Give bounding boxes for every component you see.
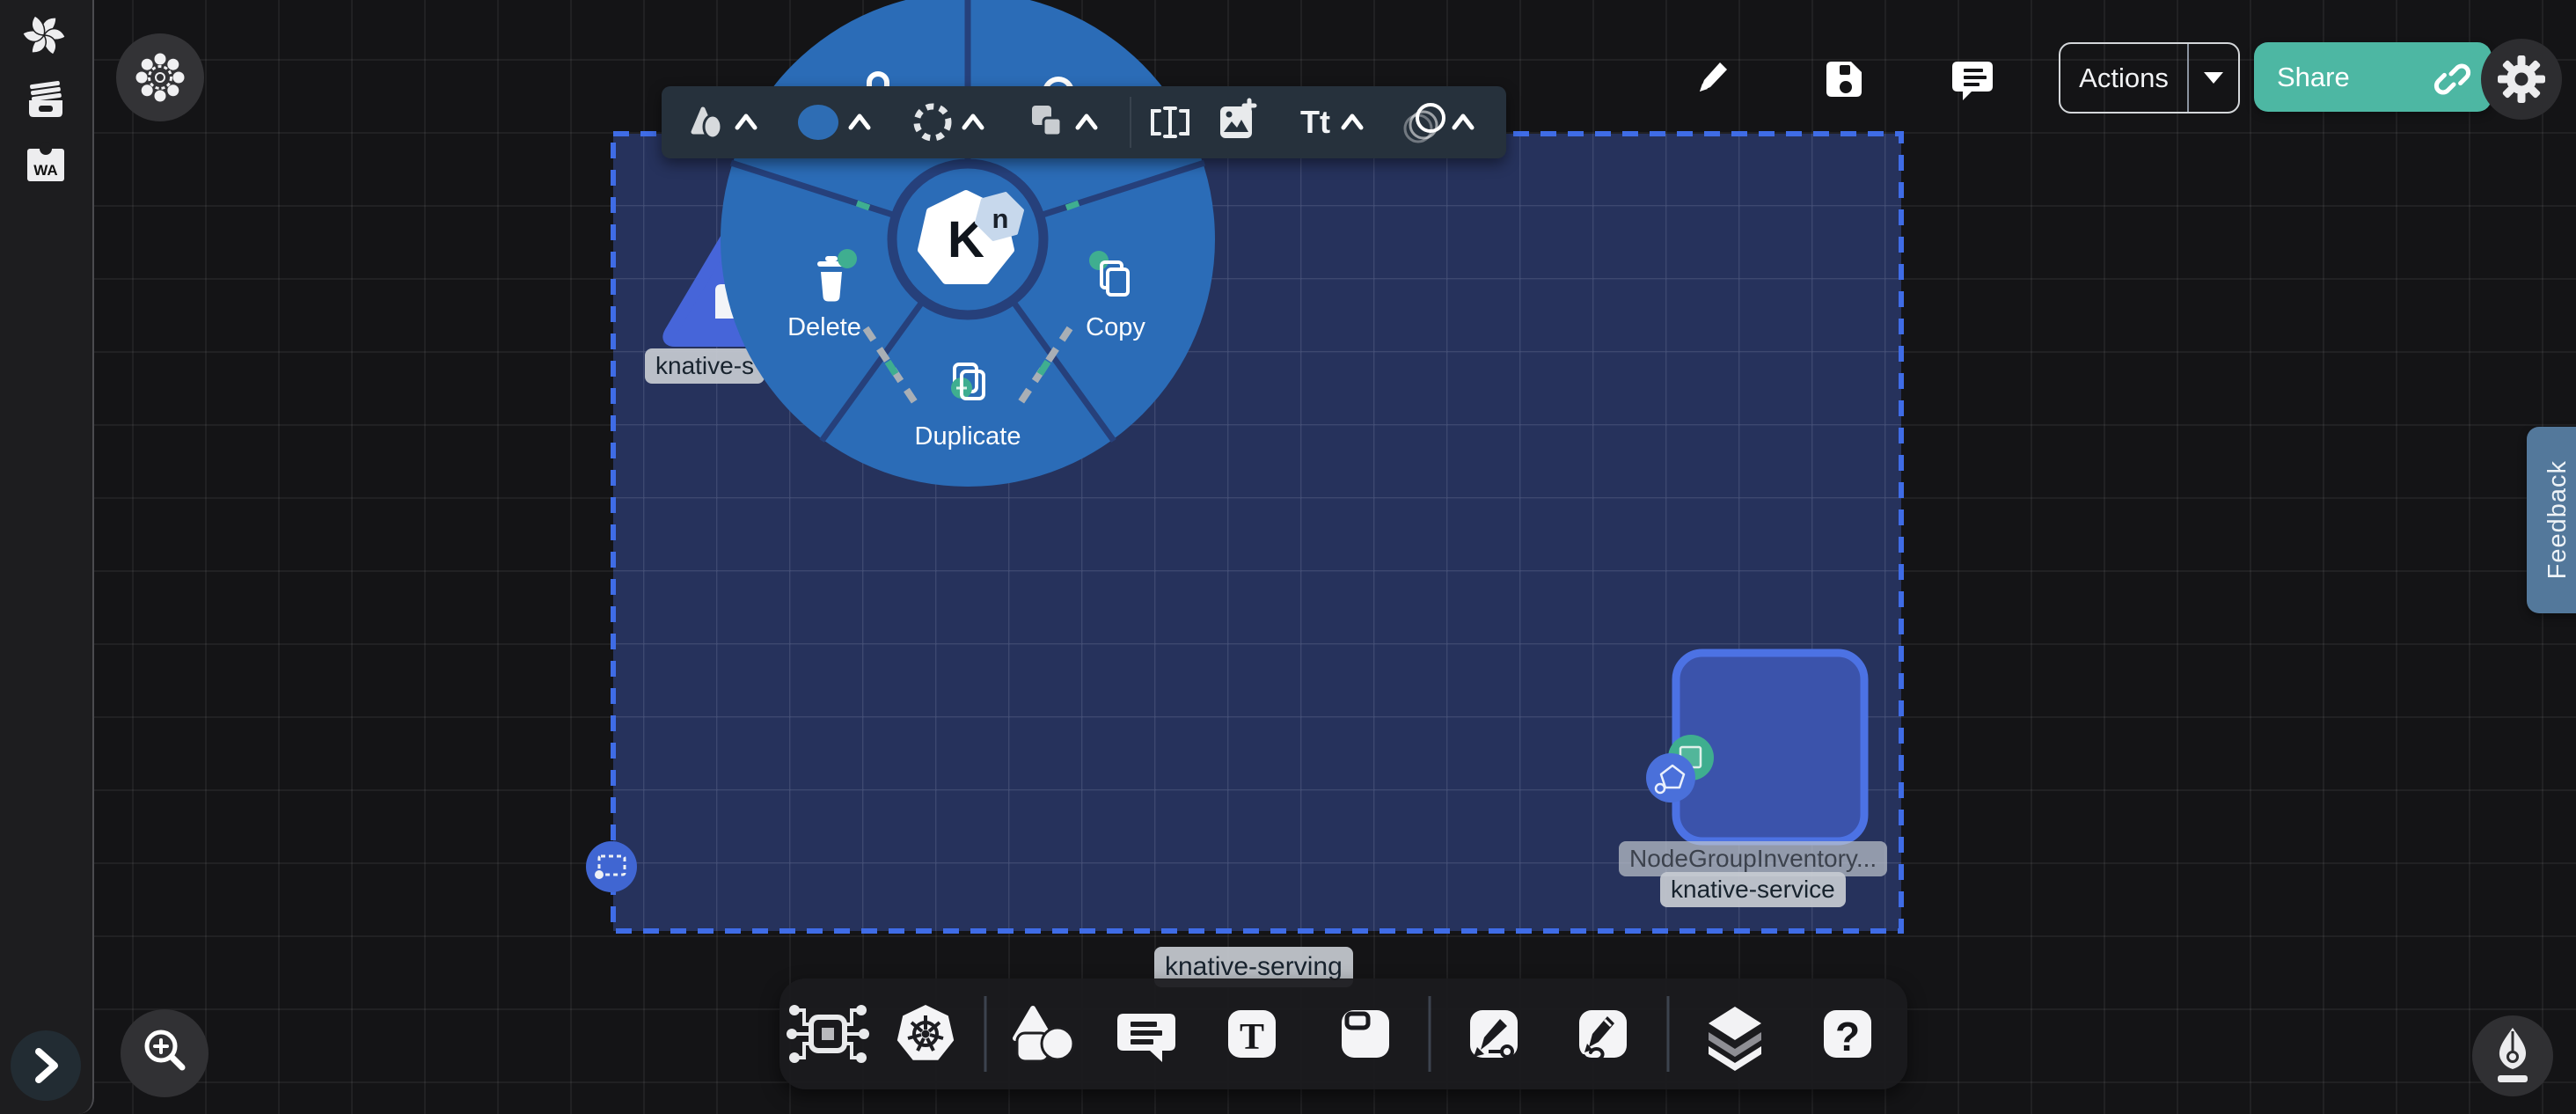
caret-down-icon [2204, 72, 2223, 84]
share-button[interactable]: Share [2254, 42, 2492, 112]
svg-text:T: T [1240, 1017, 1264, 1058]
arrange-button[interactable] [1032, 106, 1095, 136]
fill-color-button[interactable] [798, 105, 868, 140]
link-icon [2430, 58, 2469, 97]
color-swatch [798, 105, 838, 140]
svg-text:Tt: Tt [1300, 104, 1330, 140]
svg-text:Duplicate: Duplicate [915, 422, 1021, 451]
feedback-tab[interactable]: Feedback [2527, 427, 2576, 613]
save-button[interactable] [1825, 56, 1867, 99]
share-label: Share [2277, 62, 2350, 93]
chevron-up-icon [1454, 116, 1472, 128]
feedback-label: Feedback [2543, 460, 2572, 579]
border-style-button[interactable] [917, 106, 982, 138]
opacity-button[interactable] [1405, 105, 1472, 142]
svg-text:n: n [992, 203, 1009, 234]
pen-nib-icon [2472, 1015, 2553, 1096]
chevron-up-icon [737, 116, 755, 128]
bracket-right-icon [1181, 111, 1188, 134]
chevron-up-icon [964, 116, 982, 128]
cluster-icon [116, 33, 204, 121]
text-style-button[interactable]: Tt [1300, 104, 1361, 140]
layers-tool-button[interactable] [1709, 1007, 1761, 1071]
chevron-right-icon [11, 1030, 81, 1101]
resize-button[interactable] [1153, 108, 1188, 136]
magnifier-plus-icon [121, 1009, 209, 1097]
comment-tool-button[interactable] [1117, 1014, 1175, 1062]
help-tool-button[interactable]: ? [1824, 1010, 1871, 1059]
chevron-up-icon [1078, 116, 1095, 128]
frame-tool-button[interactable] [1342, 1010, 1389, 1058]
actions-label: Actions [2060, 62, 2187, 94]
pen-tool-button[interactable] [1470, 1010, 1518, 1058]
expand-sidebar-button[interactable] [11, 1030, 81, 1101]
connection-tool-button[interactable] [787, 1005, 869, 1063]
actions-dropdown[interactable] [2189, 72, 2238, 84]
shape-style-button[interactable] [693, 109, 755, 138]
canvas-app: knative-s NodeGroupInventory... knative-… [0, 0, 2576, 1114]
svg-text:Delete: Delete [787, 313, 861, 341]
gear-icon [2497, 55, 2546, 104]
tool-palette: T [779, 978, 1907, 1089]
chevron-up-icon [1343, 116, 1361, 128]
pen-mode-button[interactable] [2472, 1015, 2553, 1096]
settings-button[interactable] [2481, 39, 2562, 120]
actions-button[interactable]: Actions [2059, 42, 2240, 114]
wasm-icon[interactable]: WA [26, 144, 65, 183]
save-icon [1826, 62, 1862, 97]
radial-context-menu[interactable]: Delete Copy Duplicate K n [0, 0, 2576, 1114]
sidebar: WA [0, 0, 94, 1114]
dashed-ring-icon [917, 106, 948, 138]
chevron-up-icon [851, 116, 868, 128]
kubernetes-tool-button[interactable] [897, 1005, 954, 1060]
app-logo-icon[interactable] [21, 12, 67, 58]
comment-icon [1952, 62, 1993, 100]
edit-button[interactable] [1691, 56, 1733, 99]
shapes-tool-button[interactable] [1015, 1008, 1073, 1061]
comments-button[interactable] [1952, 58, 1994, 100]
pencil-tool-button[interactable] [1579, 1010, 1627, 1060]
text-tool-button[interactable]: T [1228, 1010, 1276, 1058]
archive-icon[interactable] [26, 81, 65, 120]
svg-text:WA: WA [33, 162, 57, 179]
bracket-left-icon [1153, 111, 1160, 134]
ibeam-icon [1165, 108, 1175, 136]
svg-text:?: ? [1835, 1014, 1860, 1059]
pencil-icon [1700, 62, 1727, 92]
zoom-in-button[interactable] [121, 1009, 209, 1097]
add-image-button[interactable] [1220, 100, 1255, 138]
format-toolbar: Tt [662, 86, 1506, 158]
svg-text:Copy: Copy [1086, 313, 1145, 341]
cluster-view-button[interactable] [116, 33, 204, 121]
